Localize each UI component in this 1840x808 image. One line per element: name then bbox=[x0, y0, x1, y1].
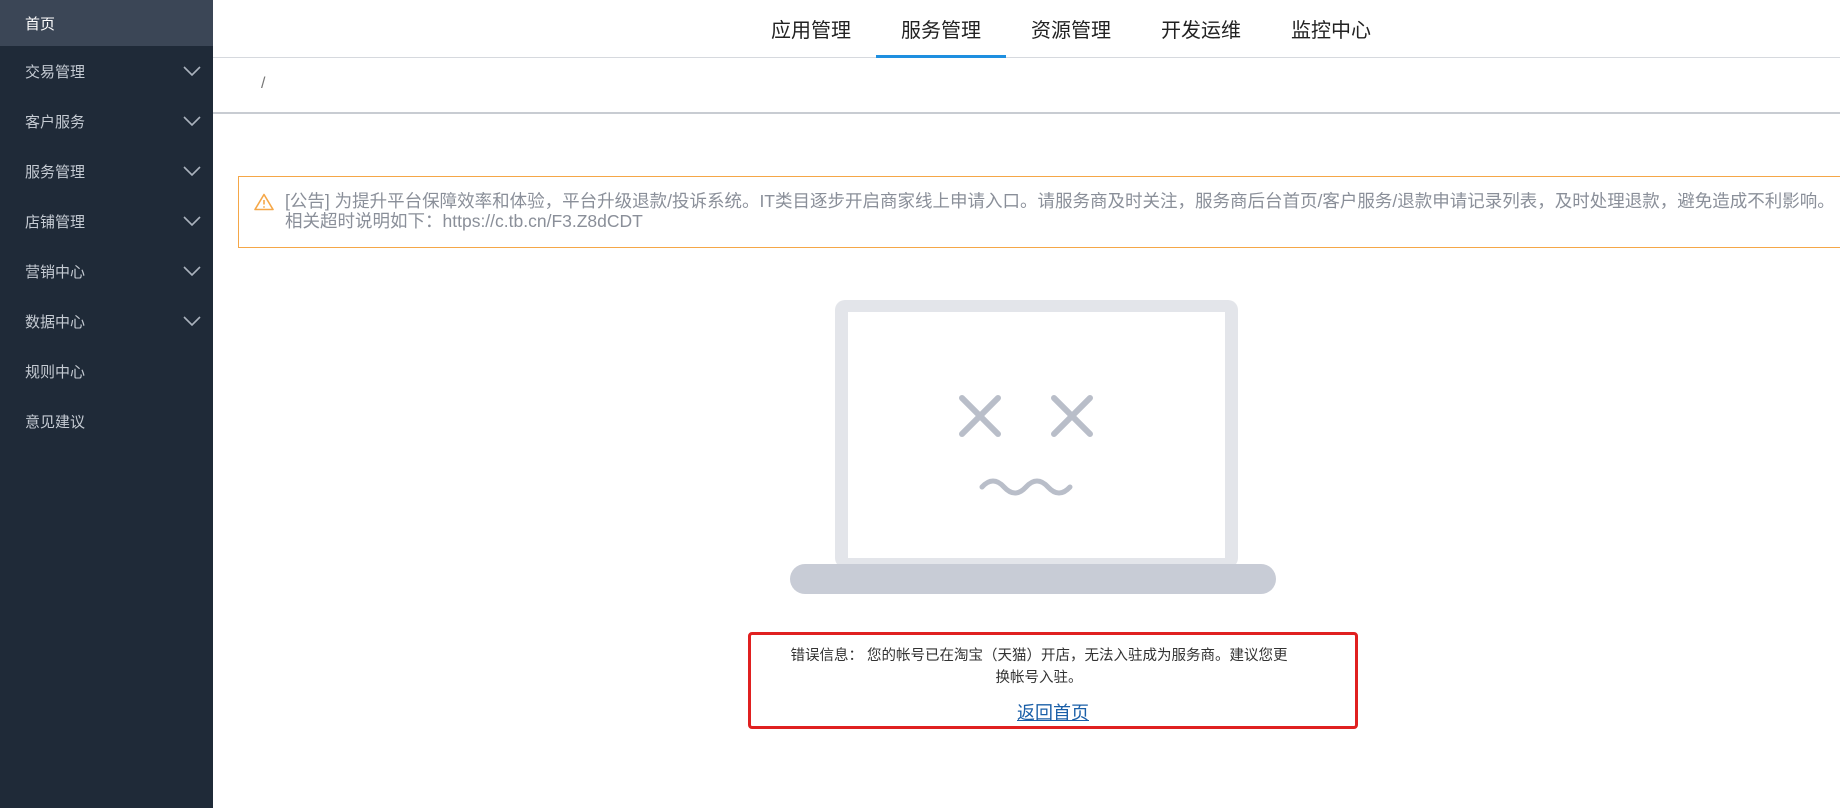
sidebar-item-label: 数据中心 bbox=[25, 313, 86, 331]
sidebar-item-label: 营销中心 bbox=[25, 263, 86, 281]
sidebar-item-customer-service[interactable]: 客户服务 bbox=[0, 96, 213, 146]
chevron-down-icon bbox=[183, 116, 201, 126]
announcement-banner: [公告] 为提升平台保障效率和体验，平台升级退款/投诉系统。IT类目逐步开启商家… bbox=[238, 176, 1840, 248]
sidebar-item-label: 规则中心 bbox=[25, 363, 86, 381]
sidebar: 首页 交易管理 客户服务 服务管理 店铺管理 营销中心 数据中心 规则中心 意见… bbox=[0, 0, 213, 808]
sidebar-item-data-center[interactable]: 数据中心 bbox=[0, 296, 213, 346]
announcement-text: [公告] 为提升平台保障效率和体验，平台升级退款/投诉系统。IT类目逐步开启商家… bbox=[285, 191, 1835, 231]
chevron-down-icon bbox=[183, 316, 201, 326]
sidebar-item-service-management[interactable]: 服务管理 bbox=[0, 146, 213, 196]
sidebar-item-label: 意见建议 bbox=[25, 413, 86, 431]
chevron-down-icon bbox=[183, 266, 201, 276]
chevron-down-icon bbox=[183, 216, 201, 226]
broken-laptop-illustration bbox=[790, 300, 1276, 594]
breadcrumb-separator: / bbox=[261, 75, 266, 92]
top-nav-tabs: 应用管理 服务管理 资源管理 开发运维 监控中心 bbox=[746, 0, 1396, 58]
warning-icon bbox=[254, 193, 274, 211]
sidebar-item-label: 服务管理 bbox=[25, 163, 86, 181]
tab-devops[interactable]: 开发运维 bbox=[1136, 0, 1266, 57]
error-message: 错误信息： 您的帐号已在淘宝（天猫）开店，无法入驻成为服务商。建议您更换帐号入驻… bbox=[790, 648, 1288, 686]
chevron-down-icon bbox=[183, 66, 201, 76]
sidebar-item-rules[interactable]: 规则中心 bbox=[0, 346, 213, 396]
sidebar-item-label: 客户服务 bbox=[25, 113, 86, 131]
chevron-down-icon bbox=[183, 166, 201, 176]
tab-monitoring[interactable]: 监控中心 bbox=[1266, 0, 1396, 57]
sidebar-item-shop-management[interactable]: 店铺管理 bbox=[0, 196, 213, 246]
sidebar-item-label: 店铺管理 bbox=[25, 213, 86, 231]
sidebar-item-trade[interactable]: 交易管理 bbox=[0, 46, 213, 96]
breadcrumb: / bbox=[213, 58, 1840, 114]
tab-app-management[interactable]: 应用管理 bbox=[746, 0, 876, 57]
error-message-box: 错误信息： 您的帐号已在淘宝（天猫）开店，无法入驻成为服务商。建议您更换帐号入驻… bbox=[748, 632, 1358, 729]
back-home-link[interactable]: 返回首页 bbox=[751, 699, 1355, 725]
sidebar-item-feedback[interactable]: 意见建议 bbox=[0, 396, 213, 446]
sidebar-item-label: 首页 bbox=[25, 15, 56, 33]
sidebar-item-home[interactable]: 首页 bbox=[0, 0, 213, 46]
sidebar-item-marketing[interactable]: 营销中心 bbox=[0, 246, 213, 296]
top-nav: 应用管理 服务管理 资源管理 开发运维 监控中心 bbox=[213, 0, 1840, 58]
sidebar-item-label: 交易管理 bbox=[25, 63, 86, 81]
tab-resource-management[interactable]: 资源管理 bbox=[1006, 0, 1136, 57]
tab-service-management[interactable]: 服务管理 bbox=[876, 0, 1006, 58]
